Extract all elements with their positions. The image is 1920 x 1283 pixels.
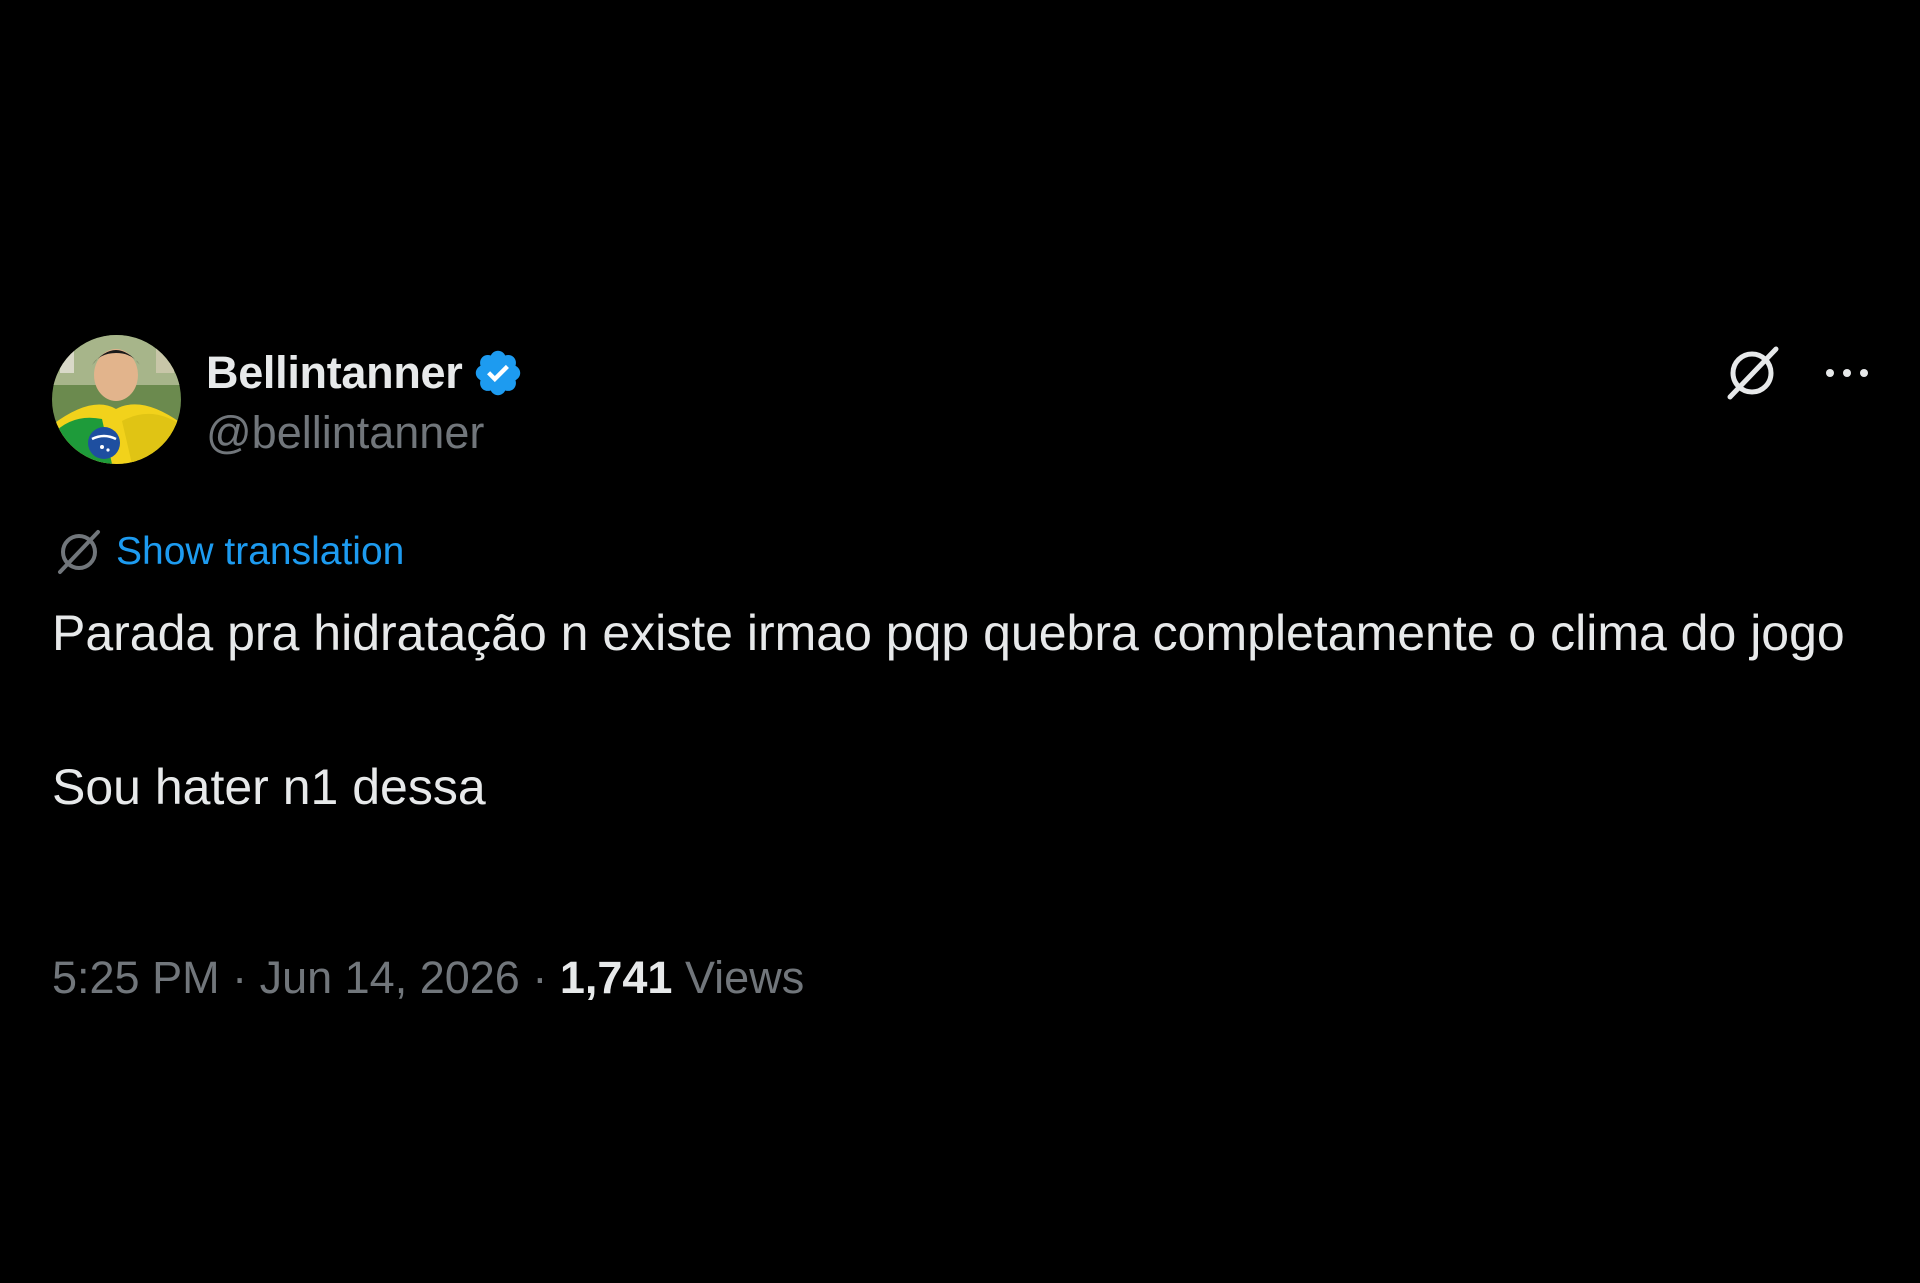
views-count: 1,741	[559, 952, 673, 1003]
translate-icon	[52, 525, 106, 579]
tweet-text-line: Sou hater n1 dessa	[52, 759, 486, 815]
views-label: Views	[684, 952, 805, 1003]
translation-row: Show translation	[52, 525, 404, 579]
more-options-icon[interactable]	[1822, 363, 1872, 383]
header-actions	[1720, 341, 1872, 405]
meta-separator: ·	[519, 952, 560, 1003]
user-names: Bellintanner @bellintanner	[206, 343, 524, 463]
meta-separator: ·	[219, 952, 260, 1003]
avatar-image	[52, 335, 181, 464]
avatar[interactable]	[52, 335, 181, 464]
tweet-date[interactable]: Jun 14, 2026	[260, 952, 520, 1003]
verified-badge-icon[interactable]	[472, 347, 524, 399]
tweet-meta: 5:25 PM · Jun 14, 2026 · 1,741 Views	[52, 952, 804, 1004]
user-handle[interactable]: @bellintanner	[206, 403, 524, 463]
tweet-time[interactable]: 5:25 PM	[52, 952, 220, 1003]
tweet-text-line: Parada pra hidratação n existe irmao pqp…	[52, 605, 1845, 661]
show-translation-link[interactable]: Show translation	[116, 530, 404, 574]
tweet: Bellintanner @bellintanner Show translat…	[52, 335, 1872, 1003]
grok-icon[interactable]	[1720, 341, 1784, 405]
display-name[interactable]: Bellintanner	[206, 347, 463, 399]
display-name-row: Bellintanner	[206, 343, 524, 403]
tweet-header: Bellintanner @bellintanner	[52, 335, 1872, 465]
tweet-text: Parada pra hidratação n existe irmao pqp…	[52, 595, 1882, 826]
